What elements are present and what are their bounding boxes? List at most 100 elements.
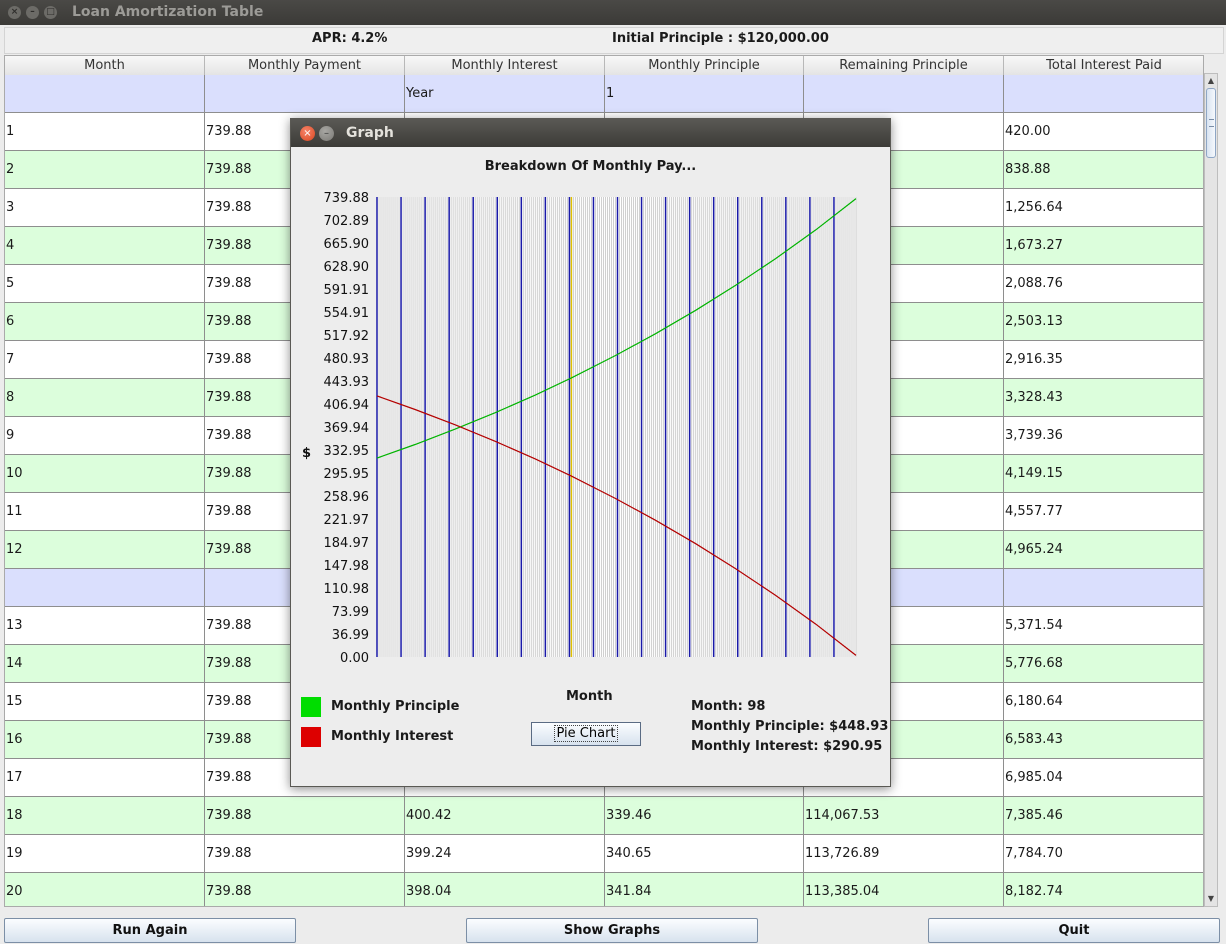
cell-month[interactable]: 7 <box>5 341 205 379</box>
y-tick-label: 480.93 <box>324 352 370 367</box>
pie-chart-button[interactable]: Pie Chart <box>531 722 641 746</box>
cell-month[interactable]: 4 <box>5 227 205 265</box>
dialog-title: Graph <box>346 125 394 141</box>
cell-monthly-interest[interactable]: 398.04 <box>405 873 605 906</box>
cell-monthly-payment[interactable]: 739.88 <box>205 873 405 906</box>
cell-total-interest-paid[interactable]: 2,503.13 <box>1004 303 1203 341</box>
cell-total-interest-paid[interactable]: 6,985.04 <box>1004 759 1203 797</box>
cell-month[interactable]: 10 <box>5 455 205 493</box>
cell-remaining-principle[interactable]: 113,726.89 <box>804 835 1004 873</box>
initial-principle-label: Initial Principle : $120,000.00 <box>612 31 829 46</box>
column-header-monthly-payment[interactable]: Monthly Payment <box>205 56 405 76</box>
table-row[interactable]: 19 739.88 399.24 340.65 113,726.89 7,784.70 <box>5 835 1203 873</box>
cell-month[interactable]: 15 <box>5 683 205 721</box>
quit-button[interactable]: Quit <box>928 918 1220 943</box>
table-row[interactable]: 18 739.88 400.42 339.46 114,067.53 7,385.46 <box>5 797 1203 835</box>
y-tick-label: 665.90 <box>324 237 370 252</box>
cell-total-interest-paid[interactable]: 6,180.64 <box>1004 683 1203 721</box>
cell-total-interest-paid[interactable]: 7,784.70 <box>1004 835 1203 873</box>
cell-total-interest-paid[interactable] <box>1004 569 1203 607</box>
cell-month[interactable] <box>5 75 205 113</box>
cell-total-interest-paid[interactable]: 4,557.77 <box>1004 493 1203 531</box>
cell-month[interactable]: 12 <box>5 531 205 569</box>
minimize-icon[interactable]: – <box>319 126 334 141</box>
y-tick-label: 443.93 <box>324 375 370 390</box>
cell-total-interest-paid[interactable] <box>1004 75 1203 113</box>
column-header-monthly-principle[interactable]: Monthly Principle <box>605 56 804 76</box>
apr-label: APR: 4.2% <box>312 31 388 46</box>
scroll-up-arrow-icon[interactable]: ▲ <box>1205 74 1217 88</box>
cell-total-interest-paid[interactable]: 4,965.24 <box>1004 531 1203 569</box>
y-tick-label: 406.94 <box>324 398 370 413</box>
column-header-remaining-principle[interactable]: Remaining Principle <box>804 56 1004 76</box>
cell-monthly-principle[interactable]: 340.65 <box>605 835 804 873</box>
column-header-monthly-interest[interactable]: Monthly Interest <box>405 56 605 76</box>
column-header-total-interest-paid[interactable]: Total Interest Paid <box>1004 56 1203 76</box>
cell-total-interest-paid[interactable]: 420.00 <box>1004 113 1203 151</box>
selected-principle-label: Monthly Principle: $448.93 <box>691 719 889 734</box>
cell-month[interactable]: 8 <box>5 379 205 417</box>
cell-total-interest-paid[interactable]: 3,739.36 <box>1004 417 1203 455</box>
y-tick-label: 221.97 <box>324 513 370 528</box>
cell-total-interest-paid[interactable]: 6,583.43 <box>1004 721 1203 759</box>
cell-month[interactable]: 20 <box>5 873 205 906</box>
run-again-button[interactable]: Run Again <box>4 918 296 943</box>
cell-month[interactable]: 19 <box>5 835 205 873</box>
cell-monthly-payment[interactable]: 739.88 <box>205 835 405 873</box>
summary-bar: APR: 4.2% Initial Principle : $120,000.0… <box>4 27 1224 54</box>
cell-remaining-principle[interactable]: 114,067.53 <box>804 797 1004 835</box>
cell-month[interactable]: 5 <box>5 265 205 303</box>
column-header-month[interactable]: Month <box>5 56 205 76</box>
cell-total-interest-paid[interactable]: 3,328.43 <box>1004 379 1203 417</box>
cell-total-interest-paid[interactable]: 5,776.68 <box>1004 645 1203 683</box>
selected-month-label: Month: 98 <box>691 699 766 714</box>
cell-monthly-principle[interactable]: 341.84 <box>605 873 804 906</box>
cell-total-interest-paid[interactable]: 838.88 <box>1004 151 1203 189</box>
cell-total-interest-paid[interactable]: 1,256.64 <box>1004 189 1203 227</box>
show-graphs-button[interactable]: Show Graphs <box>466 918 758 943</box>
cell-total-interest-paid[interactable]: 4,149.15 <box>1004 455 1203 493</box>
cell-monthly-interest[interactable]: Year <box>405 75 605 113</box>
cell-month[interactable]: 14 <box>5 645 205 683</box>
cell-monthly-principle[interactable]: 1 <box>605 75 804 113</box>
y-tick-label: 295.95 <box>324 467 370 482</box>
table-scrollbar[interactable]: ▲ ▼ <box>1204 73 1218 907</box>
scroll-down-arrow-icon[interactable]: ▼ <box>1205 892 1217 906</box>
cell-month[interactable]: 6 <box>5 303 205 341</box>
cell-month[interactable]: 16 <box>5 721 205 759</box>
close-icon[interactable]: × <box>300 126 315 141</box>
cell-month[interactable]: 3 <box>5 189 205 227</box>
cell-month[interactable]: 17 <box>5 759 205 797</box>
cell-total-interest-paid[interactable]: 7,385.46 <box>1004 797 1203 835</box>
cell-month[interactable] <box>5 569 205 607</box>
cell-monthly-payment[interactable]: 739.88 <box>205 797 405 835</box>
cell-total-interest-paid[interactable]: 5,371.54 <box>1004 607 1203 645</box>
cell-remaining-principle[interactable] <box>804 75 1004 113</box>
cell-monthly-interest[interactable]: 400.42 <box>405 797 605 835</box>
y-tick-label: 184.97 <box>324 536 370 551</box>
close-icon[interactable]: × <box>8 6 21 19</box>
cell-month[interactable]: 13 <box>5 607 205 645</box>
cell-total-interest-paid[interactable]: 8,182.74 <box>1004 873 1203 906</box>
scrollbar-thumb[interactable] <box>1206 88 1216 158</box>
table-row[interactable]: 20 739.88 398.04 341.84 113,385.04 8,182.74 <box>5 873 1203 906</box>
minimize-icon[interactable]: – <box>26 6 39 19</box>
cell-month[interactable]: 9 <box>5 417 205 455</box>
cell-month[interactable]: 2 <box>5 151 205 189</box>
cell-total-interest-paid[interactable]: 2,088.76 <box>1004 265 1203 303</box>
cell-remaining-principle[interactable]: 113,385.04 <box>804 873 1004 906</box>
cell-monthly-payment[interactable] <box>205 75 405 113</box>
cell-total-interest-paid[interactable]: 1,673.27 <box>1004 227 1203 265</box>
cell-total-interest-paid[interactable]: 2,916.35 <box>1004 341 1203 379</box>
cell-monthly-principle[interactable]: 339.46 <box>605 797 804 835</box>
cell-month[interactable]: 1 <box>5 113 205 151</box>
legend-swatch-principle <box>301 697 321 717</box>
cell-month[interactable]: 11 <box>5 493 205 531</box>
graph-dialog-titlebar[interactable]: × – Graph <box>291 119 890 147</box>
line-chart[interactable]: 739.88 702.89 665.90 628.90 591.91 554.91 517.… <box>291 147 890 707</box>
pie-chart-button-label: Pie Chart <box>554 725 618 742</box>
year-row[interactable]: Year 1 <box>5 75 1203 113</box>
maximize-icon[interactable]: □ <box>44 6 57 19</box>
cell-monthly-interest[interactable]: 399.24 <box>405 835 605 873</box>
cell-month[interactable]: 18 <box>5 797 205 835</box>
